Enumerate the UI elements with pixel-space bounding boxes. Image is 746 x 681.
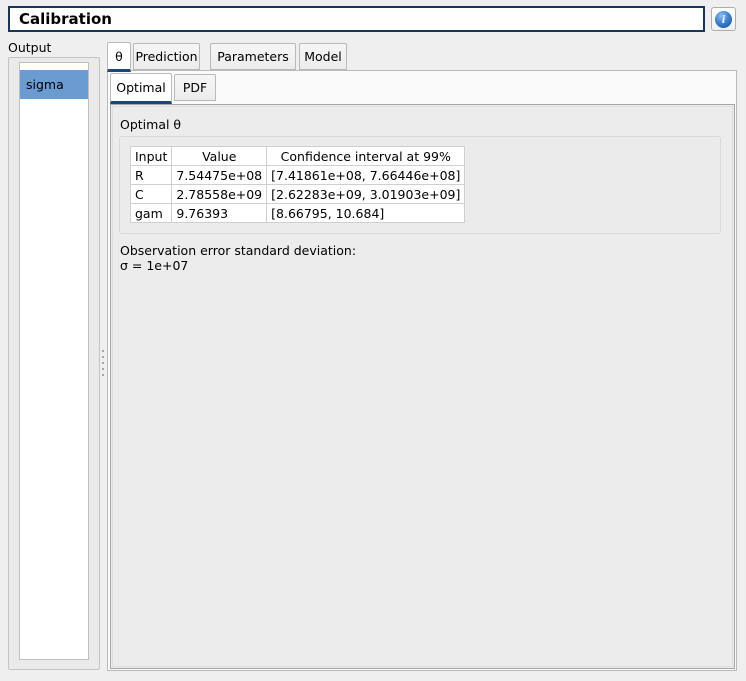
table-row: gam 9.76393 [8.66795, 10.684] — [131, 204, 465, 223]
cell-ci: [8.66795, 10.684] — [267, 204, 465, 223]
tab-theta[interactable]: θ — [107, 42, 131, 72]
cell-value: 7.54475e+08 — [172, 166, 267, 185]
tab-model[interactable]: Model — [299, 43, 347, 70]
title-bar: Calibration — [8, 6, 705, 32]
table-row: R 7.54475e+08 [7.41861e+08, 7.66446e+08] — [131, 166, 465, 185]
tab-pdf[interactable]: PDF — [174, 74, 216, 101]
col-header-input: Input — [131, 147, 172, 166]
col-header-confidence-interval: Confidence interval at 99% — [267, 147, 465, 166]
cell-input: gam — [131, 204, 172, 223]
table-row: C 2.78558e+09 [2.62283e+09, 3.01903e+09] — [131, 185, 465, 204]
cell-ci: [2.62283e+09, 3.01903e+09] — [267, 185, 465, 204]
info-icon: i — [715, 11, 732, 28]
sigma-value-label: σ = 1e+07 — [120, 258, 188, 273]
cell-ci: [7.41861e+08, 7.66446e+08] — [267, 166, 465, 185]
table-header-row: Input Value Confidence interval at 99% — [131, 147, 465, 166]
optimal-theta-group-title: Optimal θ — [120, 117, 181, 132]
cell-value: 9.76393 — [172, 204, 267, 223]
output-list: sigma — [19, 62, 89, 660]
cell-value: 2.78558e+09 — [172, 185, 267, 204]
splitter-handle[interactable] — [101, 350, 104, 382]
output-label: Output — [8, 40, 51, 55]
info-button[interactable]: i — [711, 7, 736, 31]
list-item-sigma[interactable]: sigma — [20, 70, 88, 99]
page-title: Calibration — [19, 10, 112, 28]
optimal-theta-table: Input Value Confidence interval at 99% R… — [130, 146, 465, 223]
cell-input: C — [131, 185, 172, 204]
cell-input: R — [131, 166, 172, 185]
optimal-theta-groupbox: Input Value Confidence interval at 99% R… — [119, 136, 721, 234]
tab-optimal[interactable]: Optimal — [110, 73, 172, 104]
tab-parameters[interactable]: Parameters — [210, 43, 296, 70]
col-header-value: Value — [172, 147, 267, 166]
observation-error-label: Observation error standard deviation: — [120, 243, 356, 258]
output-panel: sigma — [8, 57, 100, 670]
content-area: Optimal θ Input Value Confidence interva… — [112, 106, 733, 667]
content-scroll-area: Optimal θ Input Value Confidence interva… — [110, 104, 735, 669]
tab-prediction[interactable]: Prediction — [133, 43, 200, 70]
